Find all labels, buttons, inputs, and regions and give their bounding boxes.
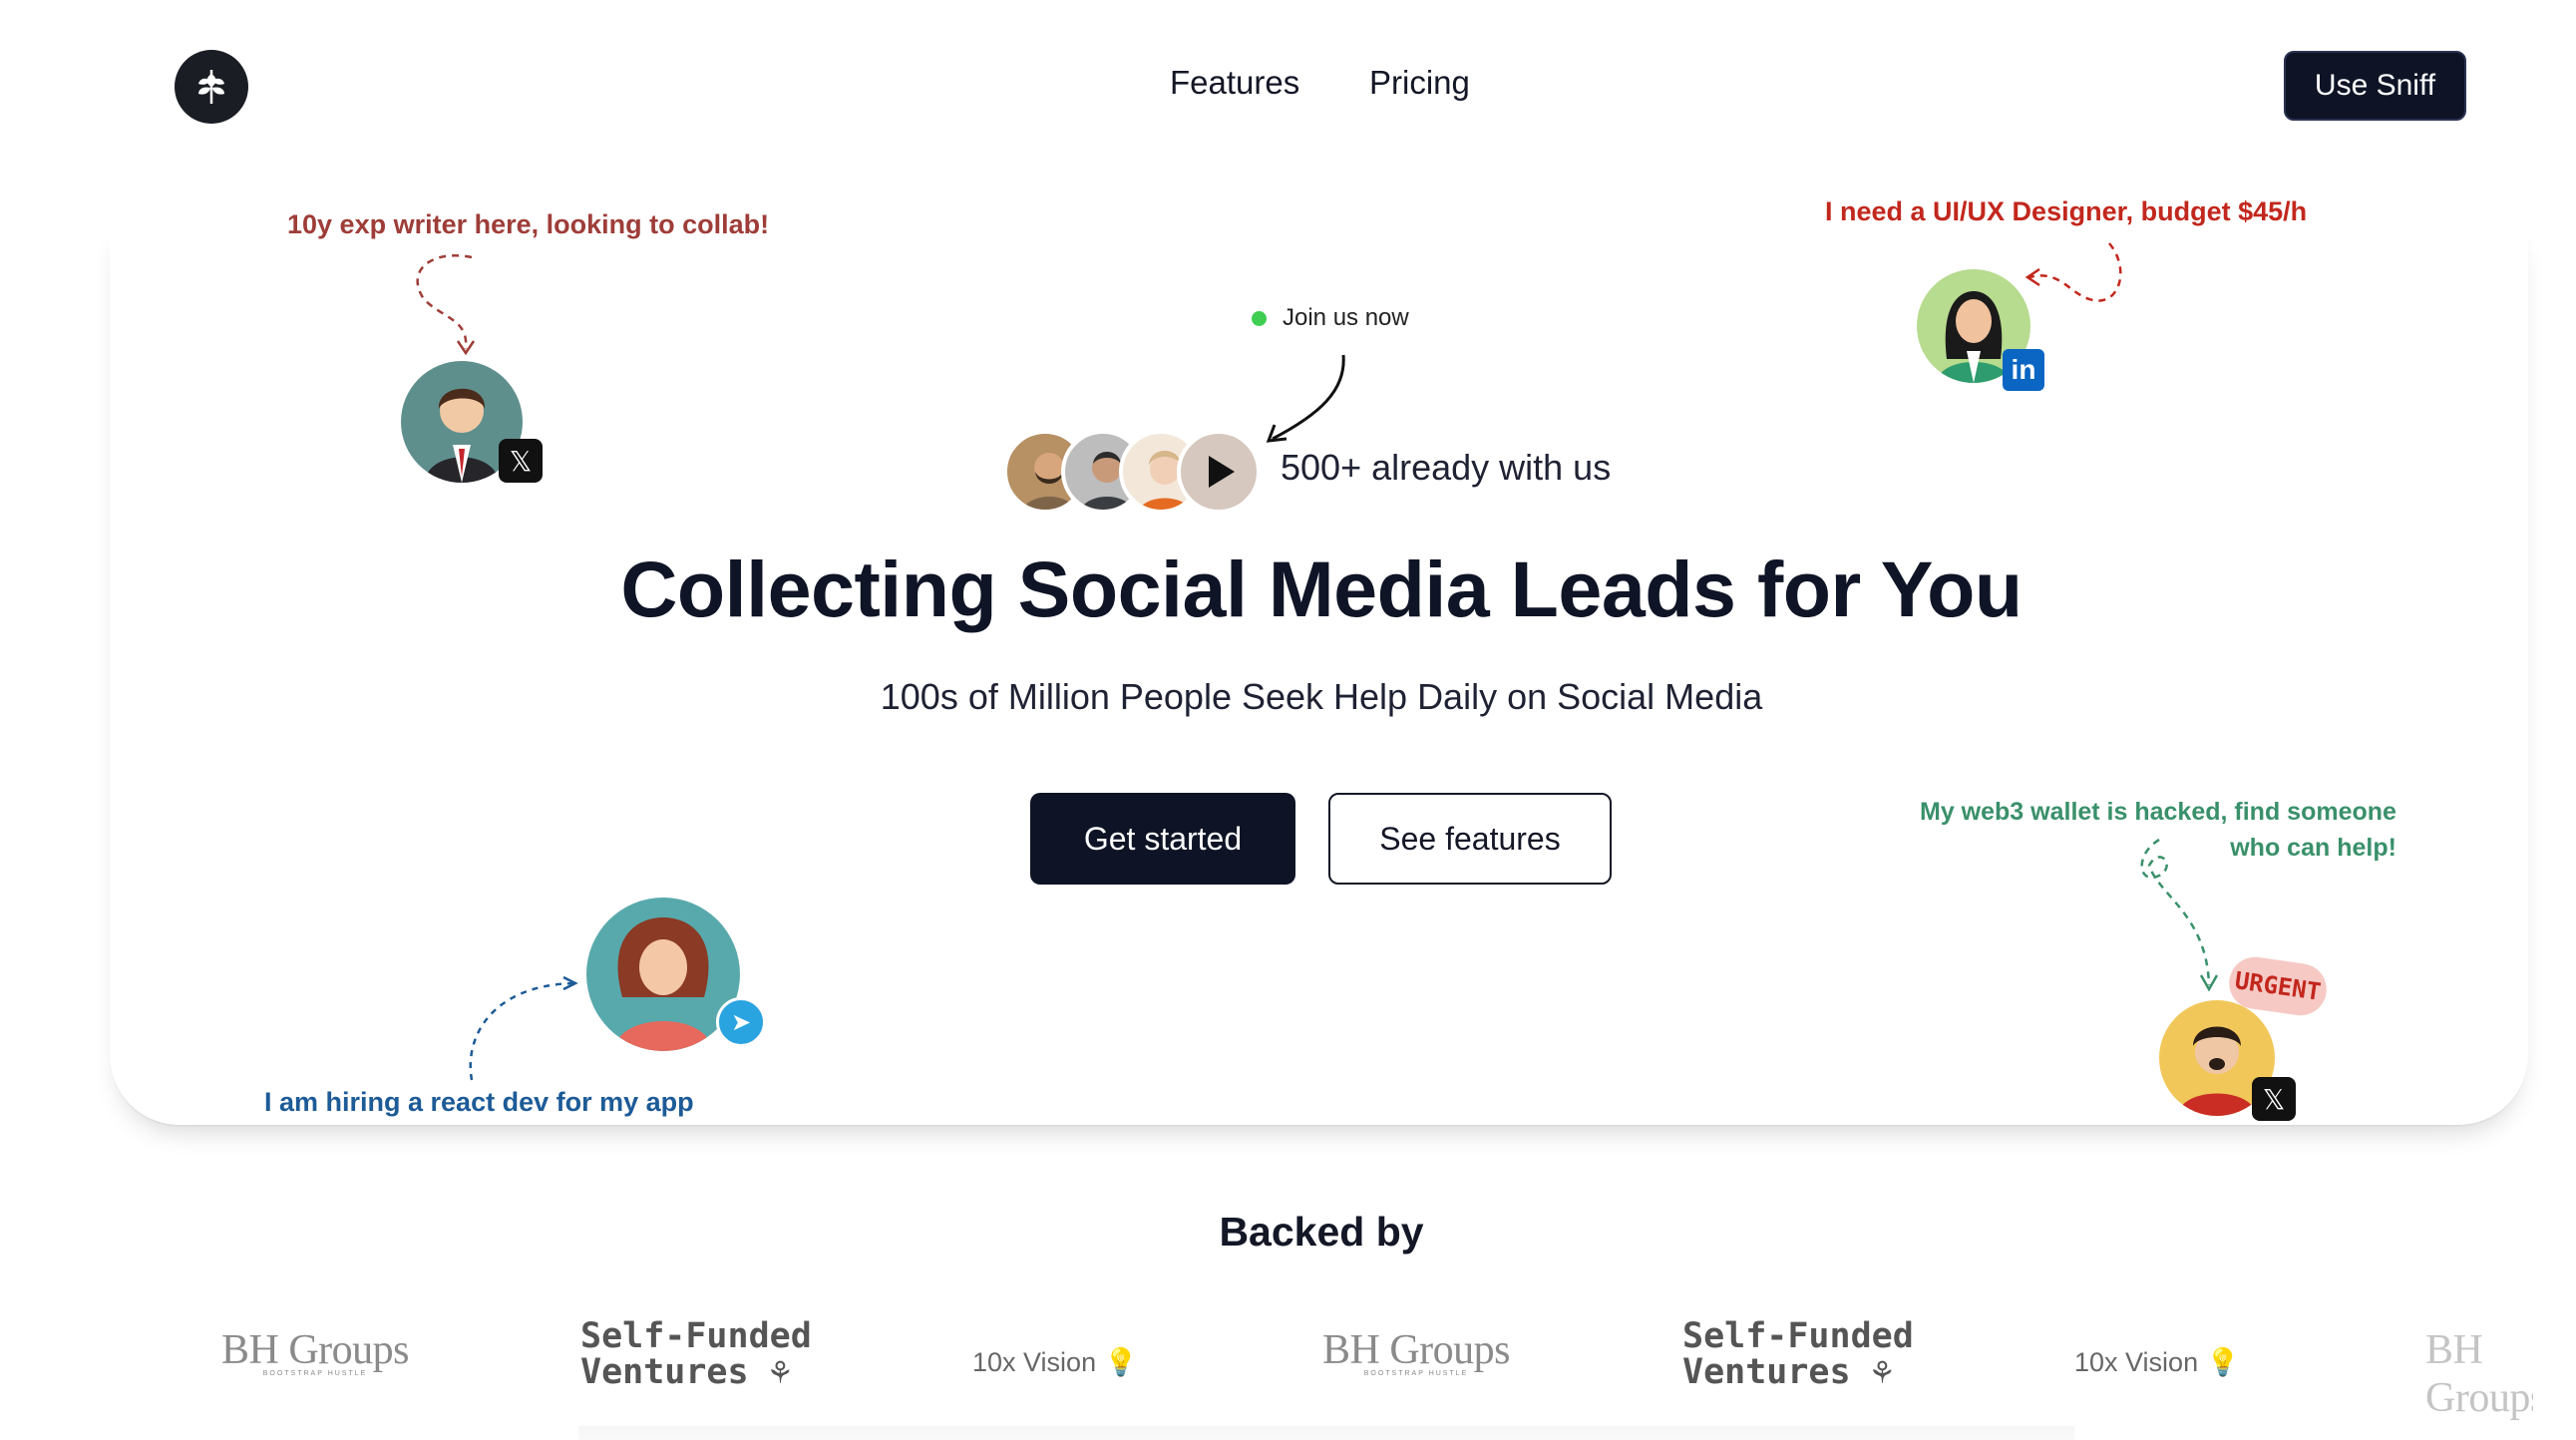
get-started-button[interactable]: Get started bbox=[1030, 793, 1295, 885]
see-features-button[interactable]: See features bbox=[1328, 793, 1612, 885]
10x-vision-logo: 10x Vision 💡 bbox=[972, 1346, 1138, 1378]
bh-groups-logo: BH Groups bbox=[2425, 1326, 2533, 1422]
x-logo-icon: 𝕏 bbox=[2252, 1077, 2296, 1121]
10x-vision-logo: 10x Vision 💡 bbox=[2074, 1346, 2240, 1378]
sf-line2: Ventures bbox=[1682, 1352, 1851, 1392]
avatar-stack bbox=[1003, 430, 1261, 514]
bh-groups-name: BH Groups bbox=[221, 1327, 410, 1373]
play-icon bbox=[1209, 456, 1235, 488]
bh-groups-logo: BH Groups BOOTSTRAP HUSTLE bbox=[1322, 1326, 1511, 1377]
10x-vision-name: 10x Vision bbox=[972, 1346, 1097, 1377]
bh-groups-name: BH Groups bbox=[1322, 1327, 1511, 1373]
hero-headline: Collecting Social Media Leads for You bbox=[620, 544, 2023, 633]
sf-line1: Self-Funded bbox=[580, 1316, 812, 1356]
backed-by-title: Backed by bbox=[1219, 1209, 1424, 1255]
top-navbar: Features Pricing Use Sniff bbox=[0, 0, 2576, 175]
callout-writer: 10y exp writer here, looking to collab! bbox=[287, 209, 770, 239]
x-logo-icon: 𝕏 bbox=[499, 439, 543, 483]
use-sniff-button[interactable]: Use Sniff bbox=[2284, 51, 2466, 121]
lightbulb-icon: 💡 bbox=[2206, 1347, 2240, 1377]
bh-groups-logo: BH Groups BOOTSTRAP HUSTLE bbox=[221, 1326, 410, 1377]
dashed-arrow-icon bbox=[2140, 838, 2219, 992]
social-proof-text: 500+ already with us bbox=[1281, 447, 1612, 488]
section-fade bbox=[578, 1426, 2074, 1440]
callout-designer: I need a UI/UX Designer, budget $45/h bbox=[1825, 196, 2308, 226]
leaf-icon bbox=[198, 70, 224, 104]
curved-arrow-icon bbox=[1266, 354, 1345, 443]
dashed-arrow-icon bbox=[469, 975, 578, 1081]
self-funded-ventures-logo: Self-Funded Ventures ⚘ bbox=[580, 1318, 812, 1390]
nav-link-pricing[interactable]: Pricing bbox=[1369, 64, 1470, 102]
sniff-logo[interactable] bbox=[175, 50, 248, 124]
10x-vision-name: 10x Vision bbox=[2074, 1346, 2199, 1377]
sprout-icon: ⚘ bbox=[1871, 1352, 1893, 1392]
dashed-arrow-icon bbox=[416, 254, 476, 356]
dashed-arrow-icon bbox=[2024, 242, 2122, 302]
backer-logos-marquee: BH Groups BOOTSTRAP HUSTLE Self-Funded V… bbox=[0, 1296, 2533, 1436]
telegram-logo-icon: ➤ bbox=[716, 997, 766, 1047]
bh-groups-name: BH Groups bbox=[2425, 1327, 2533, 1421]
self-funded-ventures-logo: Self-Funded Ventures ⚘ bbox=[1682, 1318, 1914, 1390]
play-video-button[interactable] bbox=[1177, 430, 1261, 514]
lightbulb-icon: 💡 bbox=[1104, 1347, 1138, 1377]
sf-line2: Ventures bbox=[580, 1352, 749, 1392]
nav-link-features[interactable]: Features bbox=[1170, 64, 1299, 102]
callout-web3-line1: My web3 wallet is hacked, find someone bbox=[1920, 798, 2396, 826]
linkedin-logo-icon: in bbox=[2003, 349, 2044, 391]
hero-subheadline: 100s of Million People Seek Help Daily o… bbox=[880, 676, 1763, 717]
join-label: Join us now bbox=[1283, 304, 1409, 331]
sf-line1: Self-Funded bbox=[1682, 1316, 1914, 1356]
sprout-icon: ⚘ bbox=[769, 1352, 791, 1392]
callout-react-dev: I am hiring a react dev for my app bbox=[264, 1087, 694, 1117]
online-dot-icon bbox=[1252, 310, 1267, 326]
join-indicator: Join us now bbox=[1252, 304, 1409, 332]
